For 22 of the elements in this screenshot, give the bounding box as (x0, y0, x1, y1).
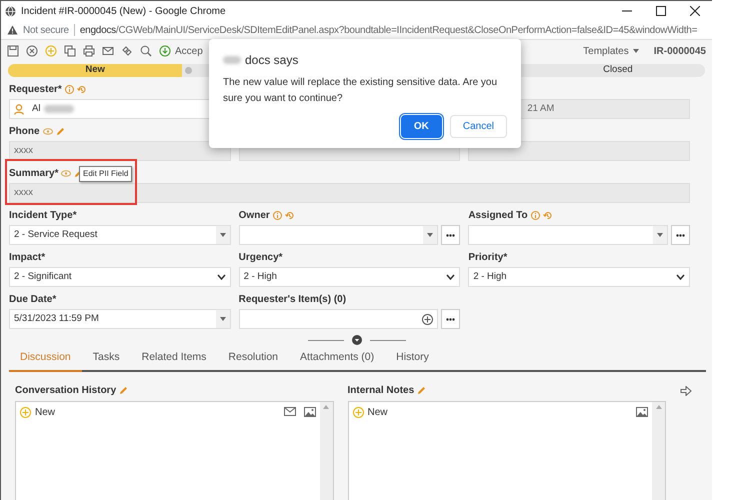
field-label: Requester's Item(s) (0) (238, 293, 346, 307)
status-step: Closed (530, 64, 705, 77)
field-label: Incident Type* (9, 209, 77, 223)
field-label: Priority* (468, 251, 508, 265)
field-label: Phone (9, 125, 40, 139)
field-label: Due Date* (9, 293, 56, 307)
field-label: Urgency* (238, 251, 283, 265)
status-step: New (8, 64, 182, 77)
readonly-field: xxxx (9, 141, 231, 161)
window-title: Incident #IR-0000045 (New) - Google Chrome (21, 4, 226, 18)
readonly-field: xxxx (9, 183, 690, 203)
field-label: Impact* (9, 251, 46, 265)
field-label: Owner (238, 209, 270, 223)
field-label: Assigned To (468, 209, 528, 223)
item-id: IR-0000045 (654, 44, 706, 58)
field-label: Requester* (9, 83, 62, 97)
tooltip: Edit PII Field (79, 166, 132, 182)
security-label: Not secure (23, 24, 69, 38)
field-label: Summary* (9, 167, 58, 181)
panel-title: Internal Notes (348, 384, 414, 398)
dialog-title: docs says (245, 52, 298, 69)
panel-title: Conversation History (15, 384, 116, 398)
